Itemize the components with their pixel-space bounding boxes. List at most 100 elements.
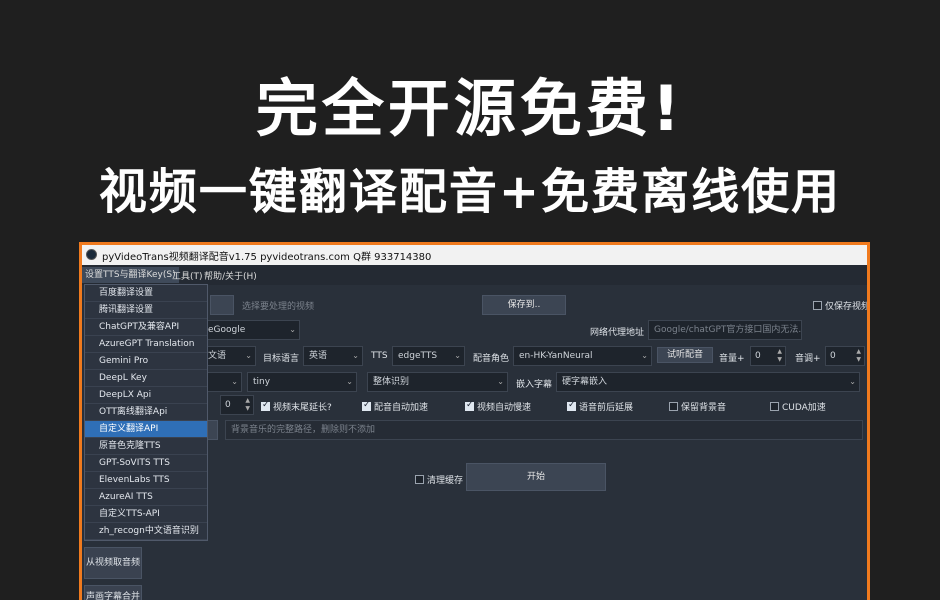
- keep-bg-audio-label: 保留背景音: [681, 403, 727, 413]
- checkbox-box: [362, 400, 371, 411]
- volume-value: 0: [755, 351, 761, 361]
- checkbox-box: [813, 301, 822, 310]
- tts-value: edgeTTS: [398, 351, 438, 361]
- clear-cache-checkbox[interactable]: 清理缓存: [415, 473, 463, 486]
- menu-tools[interactable]: 工具(T): [172, 269, 203, 282]
- menu-item-deepl[interactable]: DeepL Key: [85, 370, 207, 387]
- proxy-placeholder: Google/chatGPT官方接口国内无法...: [654, 325, 802, 335]
- embed-subtitle-value: 硬字幕嵌入: [562, 377, 608, 387]
- auto-speedup-checkbox[interactable]: 配音自动加速: [362, 400, 428, 413]
- test-dub-button[interactable]: 试听配音: [657, 347, 713, 363]
- chevron-down-icon: ⌄: [352, 351, 359, 360]
- bg-music-input[interactable]: 背景音乐的完整路径，删除则不添加: [225, 420, 863, 440]
- voice-role-value: en-HK-YanNeural: [519, 351, 593, 361]
- menu-item-ott[interactable]: OTT离线翻译Api: [85, 404, 207, 421]
- source-language-select[interactable]: 文语 ⌄: [202, 346, 256, 366]
- model-value: tiny: [253, 377, 271, 387]
- menu-item-deeplx[interactable]: DeepLX Api: [85, 387, 207, 404]
- target-language-select[interactable]: 英语 ⌄: [303, 346, 363, 366]
- video-extend-checkbox[interactable]: 视频末尾延长?: [261, 400, 332, 413]
- auto-speedup-label: 配音自动加速: [374, 403, 429, 413]
- menu-item-custom-translate[interactable]: 自定义翻译API: [85, 421, 207, 438]
- menu-item-tencent[interactable]: 腾讯翻译设置: [85, 302, 207, 319]
- recognition-engine-select[interactable]: ⌄: [202, 372, 242, 392]
- tts-label: TTS: [371, 351, 388, 361]
- keep-bg-audio-checkbox[interactable]: 保留背景音: [669, 400, 726, 413]
- extend-value: 0: [225, 400, 231, 410]
- proxy-input[interactable]: Google/chatGPT官方接口国内无法...: [648, 320, 802, 340]
- spin-arrows-icon[interactable]: ▲ ▼: [245, 397, 250, 413]
- hero-subtitle: 视频一键翻译配音+免费离线使用: [98, 164, 842, 220]
- video-extend-label: 视频末尾延长?: [273, 403, 332, 413]
- target-language-value: 英语: [309, 351, 328, 361]
- checkbox-box: [261, 400, 270, 411]
- pitch-label: 音调+: [795, 354, 821, 364]
- extract-audio-button[interactable]: 从视频取音频: [84, 547, 142, 579]
- checkbox-box: [770, 402, 779, 411]
- menu-item-azureai-tts[interactable]: AzureAI TTS: [85, 489, 207, 506]
- menu-item-zh-recogn[interactable]: zh_recogn中文语音识别: [85, 523, 207, 540]
- title-bar: pyVideoTrans视频翻译配音v1.75 pyvideotrans.com…: [82, 245, 867, 265]
- voice-extend-label: 语音前后延展: [579, 403, 634, 413]
- checkbox-box: [567, 400, 576, 411]
- translate-engine-value: eGoogle: [208, 325, 246, 335]
- translate-engine-select[interactable]: eGoogle ⌄: [202, 320, 300, 340]
- auto-slowdown-checkbox[interactable]: 视频自动慢速: [465, 400, 531, 413]
- pitch-value: 0: [830, 351, 836, 361]
- merge-subtitles-button[interactable]: 声画字幕合并: [84, 585, 142, 600]
- bg-music-placeholder: 背景音乐的完整路径，删除则不添加: [231, 425, 376, 435]
- chevron-down-icon: ⌄: [641, 351, 648, 360]
- cuda-label: CUDA加速: [782, 403, 826, 413]
- settings-dropdown-menu: 百度翻译设置 腾讯翻译设置 ChatGPT及兼容API AzureGPT Tra…: [84, 284, 208, 541]
- checkbox-box: [415, 475, 424, 484]
- only-save-video-label: 仅保存视频: [825, 302, 870, 312]
- save-to-button[interactable]: 保存到..: [482, 295, 566, 315]
- embed-subtitle-select[interactable]: 硬字幕嵌入 ⌄: [556, 372, 860, 392]
- menu-settings[interactable]: 设置TTS与翻译Key(S): [82, 267, 179, 283]
- app-icon: [86, 249, 97, 260]
- volume-label: 音量+: [719, 354, 745, 364]
- menu-item-gpt-sovits[interactable]: GPT-SoVITS TTS: [85, 455, 207, 472]
- target-language-label: 目标语言: [263, 354, 300, 364]
- checkbox-box: [465, 400, 474, 411]
- tts-select[interactable]: edgeTTS ⌄: [392, 346, 465, 366]
- chevron-down-icon: ⌄: [289, 325, 296, 334]
- menu-item-elevenlabs[interactable]: ElevenLabs TTS: [85, 472, 207, 489]
- chevron-down-icon: ⌄: [245, 351, 252, 360]
- volume-spinbox[interactable]: 0 ▲ ▼: [750, 346, 786, 366]
- select-video-button[interactable]: [210, 295, 234, 315]
- select-video-hint: 选择要处理的视频: [242, 302, 315, 312]
- auto-slowdown-label: 视频自动慢速: [477, 403, 532, 413]
- proxy-label: 网络代理地址: [590, 328, 645, 338]
- chevron-down-icon: ⌄: [849, 377, 856, 386]
- extend-spinbox[interactable]: 0 ▲ ▼: [220, 395, 254, 415]
- pitch-spinbox[interactable]: 0 ▲ ▼: [825, 346, 865, 366]
- menu-help[interactable]: 帮助/关于(H): [204, 269, 257, 282]
- menu-item-azuregpt[interactable]: AzureGPT Translation: [85, 336, 207, 353]
- chevron-down-icon: ⌄: [346, 377, 353, 386]
- voice-role-select[interactable]: en-HK-YanNeural ⌄: [513, 346, 652, 366]
- menu-item-chatgpt[interactable]: ChatGPT及兼容API: [85, 319, 207, 336]
- model-select[interactable]: tiny ⌄: [247, 372, 357, 392]
- only-save-video-checkbox[interactable]: 仅保存视频: [813, 299, 870, 312]
- chevron-down-icon: ⌄: [497, 377, 504, 386]
- menu-item-baidu[interactable]: 百度翻译设置: [85, 285, 207, 302]
- spin-arrows-icon[interactable]: ▲ ▼: [777, 348, 782, 364]
- menu-item-custom-tts[interactable]: 自定义TTS-API: [85, 506, 207, 523]
- cuda-checkbox[interactable]: CUDA加速: [770, 400, 826, 413]
- window-title: pyVideoTrans视频翻译配音v1.75 pyvideotrans.com…: [102, 252, 432, 263]
- recognition-mode-select[interactable]: 整体识别 ⌄: [367, 372, 508, 392]
- chevron-down-icon: ⌄: [454, 351, 461, 360]
- voice-extend-checkbox[interactable]: 语音前后延展: [567, 400, 633, 413]
- source-language-value: 文语: [208, 351, 227, 361]
- embed-subtitle-label: 嵌入字幕: [516, 380, 553, 390]
- menu-item-gemini[interactable]: Gemini Pro: [85, 353, 207, 370]
- start-button[interactable]: 开始: [466, 463, 606, 491]
- menu-item-clone-tts[interactable]: 原音色克隆TTS: [85, 438, 207, 455]
- chevron-down-icon: ⌄: [231, 377, 238, 386]
- hero-title: 完全开源免费!: [255, 72, 685, 145]
- menu-bar: 设置TTS与翻译Key(S) 工具(T) 帮助/关于(H): [82, 265, 867, 285]
- spin-arrows-icon[interactable]: ▲ ▼: [856, 348, 861, 364]
- clear-cache-label: 清理缓存: [427, 476, 464, 486]
- voice-role-label: 配音角色: [473, 354, 510, 364]
